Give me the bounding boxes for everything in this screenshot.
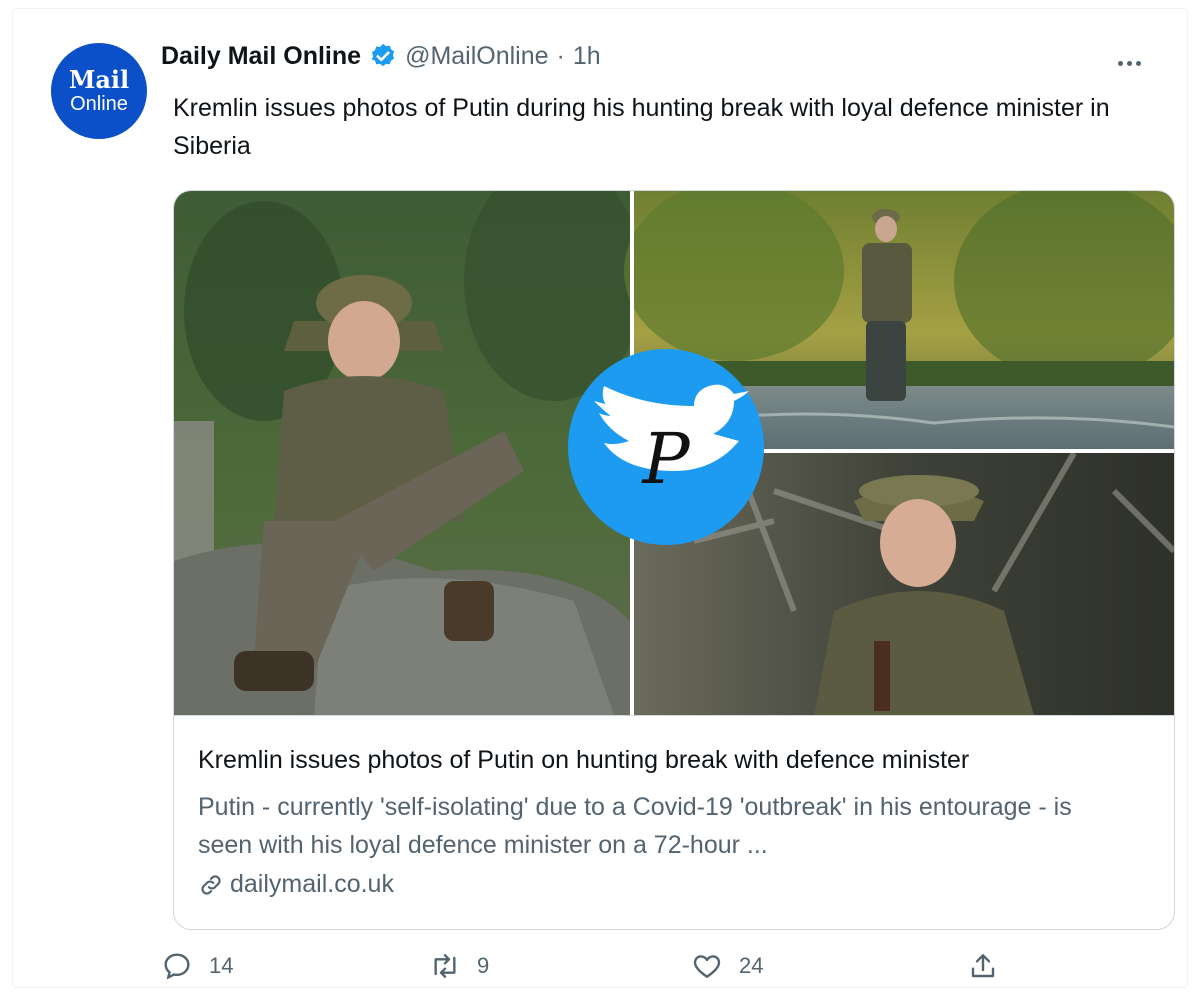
action-bar: 14 9 24	[161, 946, 1161, 986]
retweet-icon	[434, 954, 456, 978]
author-handle[interactable]: @MailOnline	[405, 42, 548, 71]
heart-icon	[693, 955, 721, 978]
share-button[interactable]	[967, 946, 999, 986]
media-collage[interactable]: P	[174, 191, 1174, 715]
reply-count: 14	[209, 953, 234, 978]
card-description: Putin - currently 'self-isolating' due t…	[198, 793, 1072, 859]
verified-badge-icon	[371, 43, 395, 67]
like-button[interactable]: 24	[691, 946, 763, 986]
photo-collage-image: P	[174, 191, 1174, 715]
tweet-header: Daily Mail Online @MailOnline · 1h	[161, 39, 601, 73]
card-title[interactable]: Kremlin issues photos of Putin on huntin…	[198, 746, 969, 775]
card-domain[interactable]: dailymail.co.uk	[198, 870, 394, 899]
card-domain-label: dailymail.co.uk	[230, 870, 394, 898]
retweet-count: 9	[477, 953, 490, 978]
share-icon	[971, 954, 995, 978]
author-name[interactable]: Daily Mail Online	[161, 42, 361, 71]
tweet[interactable]: Mail Online Kremlin issues photos of Put…	[12, 8, 1188, 988]
link-card[interactable]: P Kremlin issues photos of Putin on hunt…	[173, 190, 1175, 930]
tweet-text: Kremlin issues photos of Putin during hi…	[173, 94, 1110, 160]
bird-logo-icon: P	[568, 349, 764, 545]
link-icon	[201, 874, 221, 895]
separator: ·	[556, 41, 565, 70]
retweet-button[interactable]: 9	[429, 946, 489, 986]
more-options-icon[interactable]	[1111, 49, 1147, 77]
reply-icon	[164, 953, 190, 980]
avatar-line1: Mail	[68, 65, 130, 94]
card-body[interactable]: Kremlin issues photos of Putin on huntin…	[174, 715, 1174, 929]
svg-text:P: P	[640, 418, 691, 500]
reply-button[interactable]: 14	[161, 946, 233, 986]
like-count: 24	[739, 953, 764, 978]
tweet-time[interactable]: 1h	[573, 42, 601, 71]
avatar[interactable]: Mail Online	[51, 43, 147, 139]
avatar-line2: Online	[70, 93, 128, 115]
